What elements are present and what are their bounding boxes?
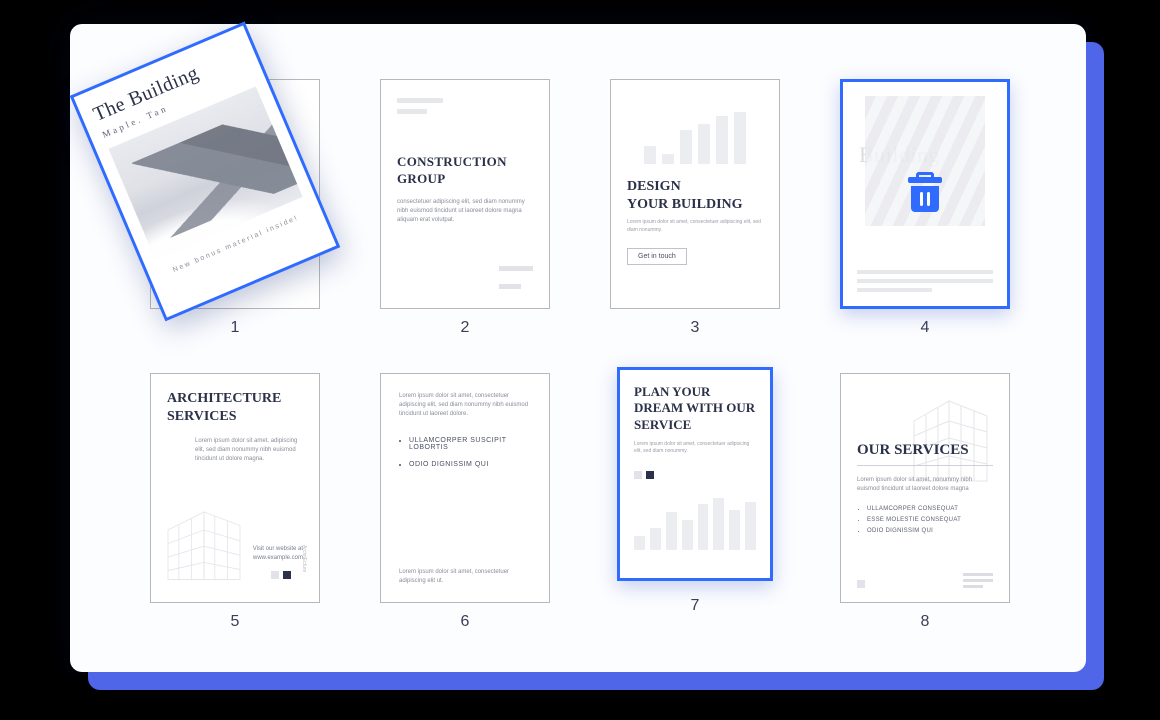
page-cell-1: The Building Maple. Tan New bonus materi… bbox=[150, 79, 320, 337]
page-footer: Lorem ipsum dolor sit amet, consectetuer… bbox=[399, 568, 531, 586]
page-number-2: 2 bbox=[380, 319, 550, 337]
page-thumb-2[interactable]: CONSTRUCTION GROUP consectetuer adipisci… bbox=[380, 79, 550, 309]
page-cell-2: CONSTRUCTION GROUP consectetuer adipisci… bbox=[380, 79, 550, 337]
mini-bar-chart bbox=[627, 104, 763, 164]
page-cell-8: OUR SERVICES Lorem ipsum dolor sit amet,… bbox=[840, 373, 1010, 631]
page-heading: DESIGNYOUR BUILDING bbox=[627, 178, 763, 213]
page-cell-3: DESIGNYOUR BUILDING Lorem ipsum dolor si… bbox=[610, 79, 780, 337]
page-cell-6: Lorem ipsum dolor sit amet, consectetuer… bbox=[380, 373, 550, 631]
placeholder-line bbox=[397, 98, 443, 103]
page-number-5: 5 bbox=[150, 613, 320, 631]
page-heading: OUR SERVICES bbox=[857, 442, 993, 466]
page-organizer-canvas: The Building Maple. Tan New bonus materi… bbox=[70, 24, 1086, 672]
page-number-7: 7 bbox=[610, 597, 780, 615]
cover-photo bbox=[109, 86, 303, 259]
page-cell-7: PLAN YOUR DREAM WITH OUR SERVICE Lorem i… bbox=[610, 373, 780, 631]
page-body: Lorem ipsum dolor sit amet, consectetuer… bbox=[627, 219, 763, 234]
page-body: Lorem ipsum dolor sit amet, adipiscing e… bbox=[195, 437, 303, 464]
page-body: consectetuer adipiscing elit, sed diam n… bbox=[397, 198, 533, 225]
page-number-8: 8 bbox=[840, 613, 1010, 631]
mini-bar-chart bbox=[634, 494, 756, 550]
list-item: ESSE MOLESTIE CONSEQUAT bbox=[867, 517, 993, 523]
decor-squares bbox=[267, 566, 291, 584]
decor-squares bbox=[634, 466, 756, 484]
list-item: ODIO DIGNISSIM QUI bbox=[867, 528, 993, 534]
page-body: Lorem ipsum dolor sit amet, nonummy nibh… bbox=[857, 476, 993, 494]
page-heading: ARCHITECTURE SERVICES bbox=[167, 390, 303, 425]
list-item: ULLAMCORPER CONSEQUAT bbox=[867, 506, 993, 512]
page-thumb-3[interactable]: DESIGNYOUR BUILDING Lorem ipsum dolor si… bbox=[610, 79, 780, 309]
page-body: Lorem ipsum dolor sit amet, consectetuer… bbox=[399, 392, 531, 419]
website-label: Visit our website atwww.example.com bbox=[253, 545, 303, 562]
page-number-4: 4 bbox=[840, 319, 1010, 337]
trash-icon[interactable] bbox=[905, 177, 945, 217]
bullet-list: ULLAMCORPER SUSCIPIT LOBORTIS ODIO DIGNI… bbox=[409, 437, 531, 468]
page-heading: PLAN YOUR DREAM WITH OUR SERVICE bbox=[634, 384, 756, 433]
page-cell-4: Building 4 bbox=[840, 79, 1010, 337]
page-body: Lorem ipsum dolor sit amet, consectetuer… bbox=[634, 441, 756, 456]
page-number-6: 6 bbox=[380, 613, 550, 631]
building-wireframe bbox=[159, 494, 249, 584]
page-heading: CONSTRUCTION GROUP bbox=[397, 154, 533, 188]
list-item: ODIO DIGNISSIM QUI bbox=[409, 461, 531, 468]
page-number-3: 3 bbox=[610, 319, 780, 337]
page-footer-lines bbox=[495, 258, 533, 294]
page-thumb-6[interactable]: Lorem ipsum dolor sit amet, consectetuer… bbox=[380, 373, 550, 603]
page-footer bbox=[857, 570, 993, 588]
list-item: ULLAMCORPER SUSCIPIT LOBORTIS bbox=[409, 437, 531, 451]
bullet-list: ULLAMCORPER CONSEQUAT ESSE MOLESTIE CONS… bbox=[867, 506, 993, 534]
page-grid: The Building Maple. Tan New bonus materi… bbox=[150, 79, 1010, 631]
page-thumb-5[interactable]: ARCHITECTURE SERVICES Lorem ipsum dolor … bbox=[150, 373, 320, 603]
cta-button: Get in touch bbox=[627, 248, 687, 265]
page-number-1: 1 bbox=[150, 319, 320, 337]
placeholder-line bbox=[397, 109, 427, 114]
brand-tag: ArchitEcture bbox=[301, 545, 307, 572]
page-thumb-7[interactable]: PLAN YOUR DREAM WITH OUR SERVICE Lorem i… bbox=[617, 367, 773, 581]
page-cell-5: ARCHITECTURE SERVICES Lorem ipsum dolor … bbox=[150, 373, 320, 631]
building-wireframe bbox=[899, 386, 999, 486]
page-thumb-4[interactable]: Building bbox=[840, 79, 1010, 309]
placeholder-lines bbox=[857, 265, 993, 292]
page-thumb-8[interactable]: OUR SERVICES Lorem ipsum dolor sit amet,… bbox=[840, 373, 1010, 603]
